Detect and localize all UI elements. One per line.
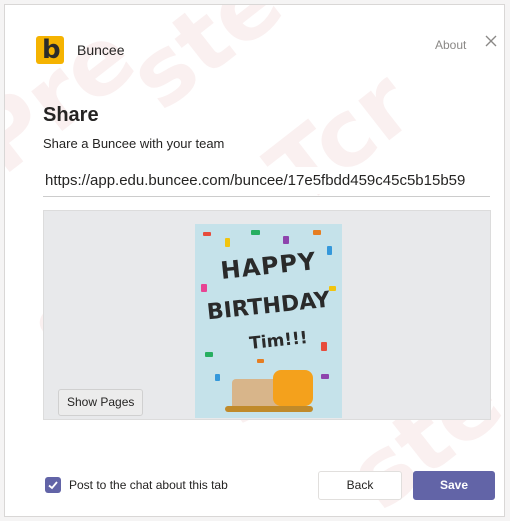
share-dialog: Pre ste Tcr ste str ste b Buncee About S… xyxy=(4,4,505,517)
page-subtitle: Share a Buncee with your team xyxy=(43,136,225,151)
plate-shape xyxy=(225,406,313,412)
page-title: Share xyxy=(43,104,99,126)
close-icon[interactable] xyxy=(484,34,498,48)
save-button[interactable]: Save xyxy=(413,471,495,500)
show-pages-button[interactable]: Show Pages xyxy=(58,389,144,416)
post-to-chat-label: Post to the chat about this tab xyxy=(69,478,228,492)
checkmark-icon xyxy=(48,481,58,490)
app-name: Buncee xyxy=(77,42,125,58)
birthday-card-image: HAPPY BIRTHDAY Tim!!! xyxy=(195,224,342,418)
card-line-birthday: BIRTHDAY xyxy=(205,287,332,326)
cat-shape xyxy=(273,370,313,406)
url-underline xyxy=(43,196,490,197)
buncee-logo: b xyxy=(36,36,64,64)
share-url-input[interactable] xyxy=(43,167,490,194)
back-button[interactable]: Back xyxy=(318,471,402,500)
buncee-preview: HAPPY BIRTHDAY Tim!!! Show Pages xyxy=(43,210,491,420)
card-line-name: Tim!!! xyxy=(248,328,309,354)
post-to-chat-checkbox[interactable] xyxy=(45,477,61,493)
logo-letter: b xyxy=(42,35,61,65)
card-line-happy: HAPPY xyxy=(219,247,318,285)
about-link[interactable]: About xyxy=(435,38,466,52)
